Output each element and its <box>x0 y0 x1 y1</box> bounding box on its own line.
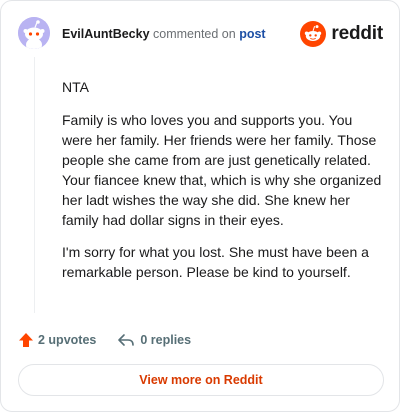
user-avatar[interactable] <box>18 17 50 49</box>
upvote-count: 2 upvotes <box>38 333 97 347</box>
view-more-button[interactable]: View more on Reddit <box>18 364 384 396</box>
comment-paragraph: Family is who loves you and supports you… <box>62 112 382 228</box>
reddit-wordmark: reddit <box>331 23 383 44</box>
comment-embed-card: EvilAuntBecky commented on post reddit N… <box>0 0 400 412</box>
comment-header: EvilAuntBecky commented on post reddit <box>18 17 383 51</box>
upvote-button[interactable]: 2 upvotes <box>18 332 96 348</box>
commented-on-text: commented on <box>153 27 236 41</box>
comment-paragraph: I'm sorry for what you lost. She must ha… <box>62 244 369 280</box>
author-name[interactable]: EvilAuntBecky <box>62 27 150 41</box>
snoo-avatar-icon <box>18 17 50 49</box>
upvote-arrow-icon <box>19 333 33 347</box>
reply-arrow-icon <box>118 334 135 346</box>
replies-button[interactable]: 0 replies <box>117 332 191 348</box>
reply-count: 0 replies <box>140 333 192 347</box>
thread-line <box>34 57 35 313</box>
post-link[interactable]: post <box>239 27 265 41</box>
comment-paragraph: NTA <box>62 79 89 95</box>
comment-actions: 2 upvotes 0 replies <box>18 329 191 351</box>
author-line: EvilAuntBecky commented on post <box>62 27 266 41</box>
reddit-brand[interactable]: reddit <box>300 21 383 47</box>
comment-body: NTA Family is who loves you and supports… <box>62 77 382 294</box>
reddit-logo-icon <box>300 21 327 47</box>
